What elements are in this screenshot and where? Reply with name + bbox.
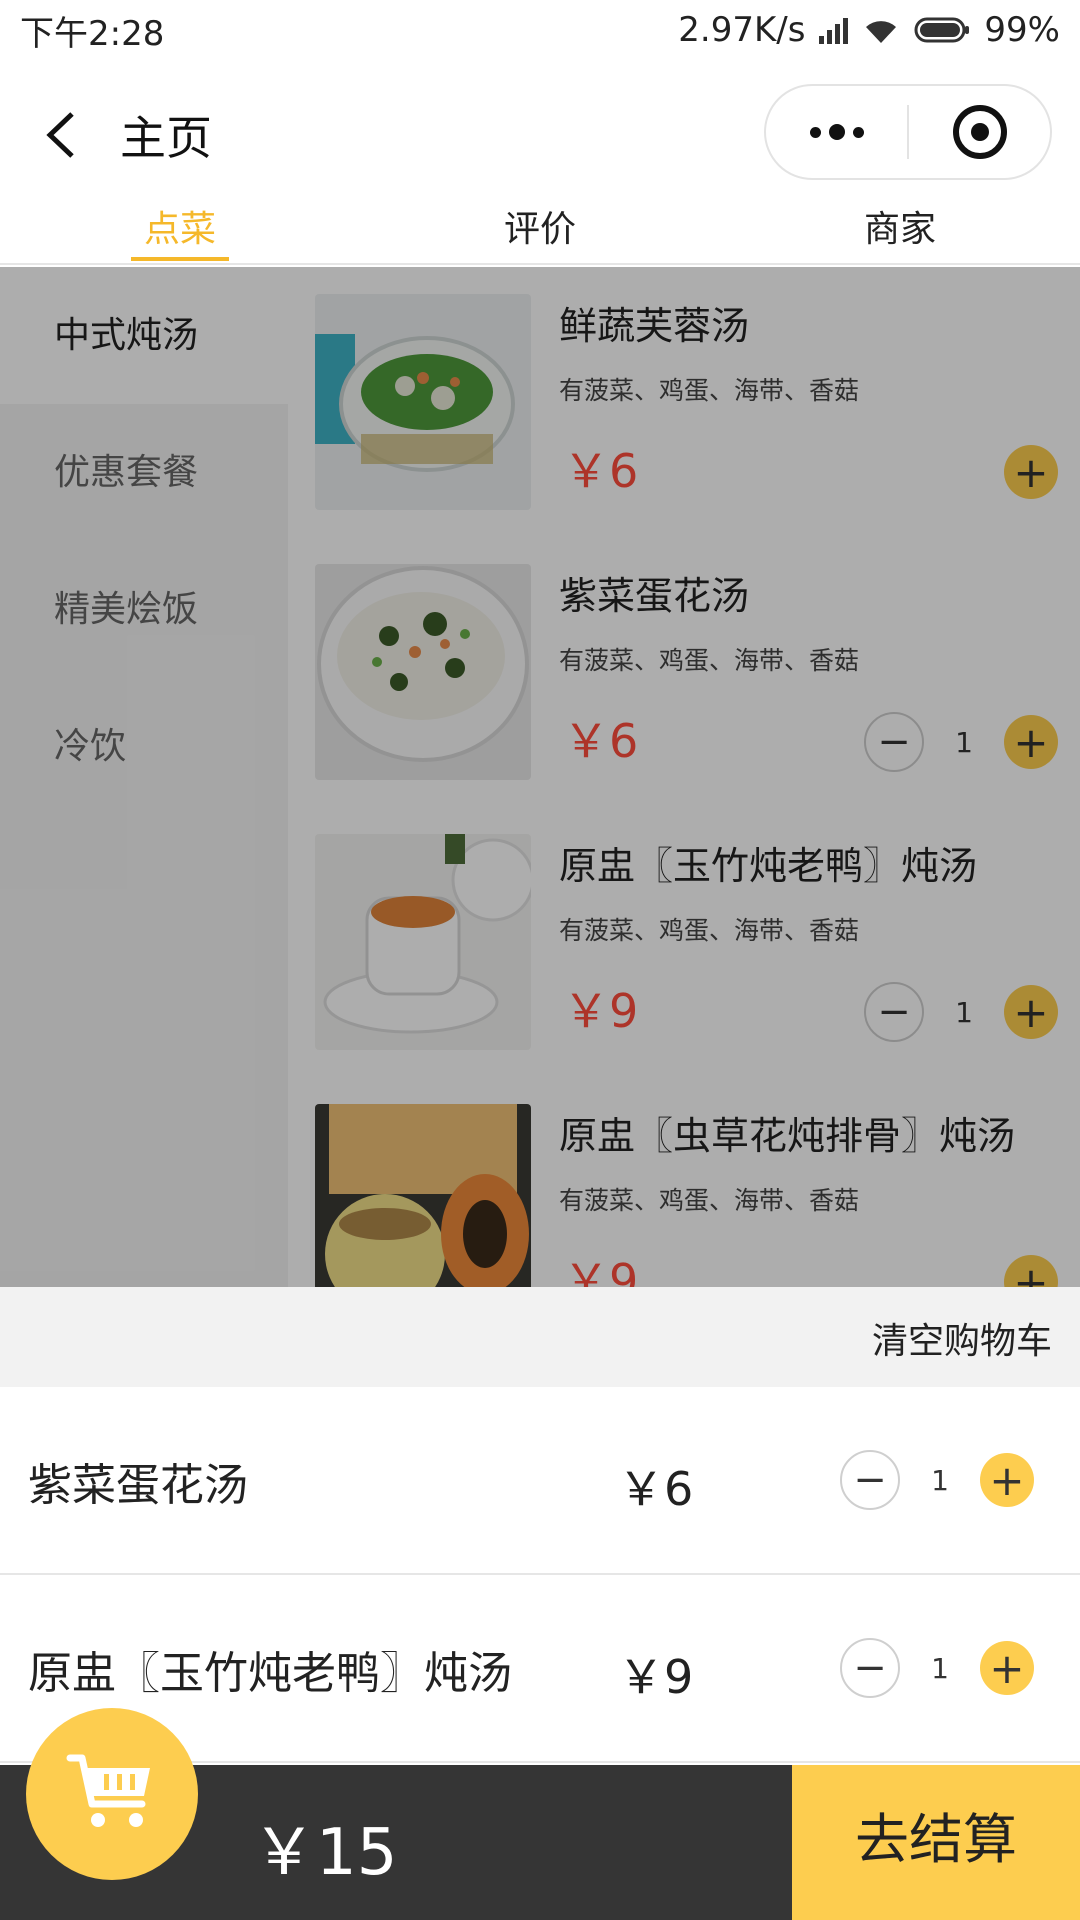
tab-merchant[interactable]: 商家: [720, 205, 1080, 263]
signal-icon: [819, 16, 849, 44]
status-bar: 下午2:28 2.97K/s 99%: [0, 0, 1080, 60]
clear-cart-button[interactable]: 清空购物车: [872, 1321, 1052, 1362]
cart-panel: 清空购物车 紫菜蛋花汤 ￥6 − 1 + 原盅〖玉竹炖老鸭〗炖汤 ￥9 − 1 …: [0, 1287, 1080, 1765]
cart-total: ￥15: [252, 1816, 398, 1890]
tab-bar: 点菜 评价 商家: [0, 205, 1080, 265]
network-speed: 2.97K/s: [678, 10, 806, 50]
remove-button[interactable]: −: [840, 1450, 900, 1510]
checkout-button[interactable]: 去结算: [792, 1765, 1080, 1920]
quantity-value: 1: [931, 1463, 949, 1497]
cart-item-name: 原盅〖玉竹炖老鸭〗炖汤: [28, 1648, 512, 1699]
mini-program-capsule: [764, 84, 1052, 180]
tab-reviews[interactable]: 评价: [360, 205, 720, 263]
add-button[interactable]: +: [980, 1641, 1034, 1695]
remove-button[interactable]: −: [840, 1638, 900, 1698]
modal-overlay[interactable]: [0, 267, 1080, 1287]
cart-button[interactable]: [26, 1708, 198, 1880]
more-icon[interactable]: [766, 86, 907, 178]
cart-item-price: ￥6: [618, 1462, 694, 1516]
cart-item: 紫菜蛋花汤 ￥6 − 1 +: [0, 1387, 1080, 1575]
back-icon[interactable]: [38, 100, 88, 170]
quantity-value: 1: [931, 1651, 949, 1685]
page-title: 主页: [120, 111, 212, 165]
quantity-stepper: − 1 +: [840, 1450, 1034, 1510]
tab-order[interactable]: 点菜: [0, 205, 360, 263]
cart-item-name: 紫菜蛋花汤: [28, 1460, 248, 1511]
battery-percent: 99%: [984, 10, 1060, 50]
status-indicators: 2.97K/s 99%: [678, 10, 1060, 50]
nav-bar: 主页: [0, 60, 1080, 205]
add-button[interactable]: +: [980, 1453, 1034, 1507]
status-time: 下午2:28: [20, 13, 165, 54]
cart-header: 清空购物车: [0, 1287, 1080, 1387]
cart-icon: [66, 1750, 158, 1838]
battery-icon: [914, 15, 970, 45]
quantity-stepper: − 1 +: [840, 1638, 1034, 1698]
target-icon[interactable]: [909, 86, 1050, 178]
wifi-icon: [862, 15, 900, 45]
cart-item-price: ￥9: [618, 1650, 694, 1704]
